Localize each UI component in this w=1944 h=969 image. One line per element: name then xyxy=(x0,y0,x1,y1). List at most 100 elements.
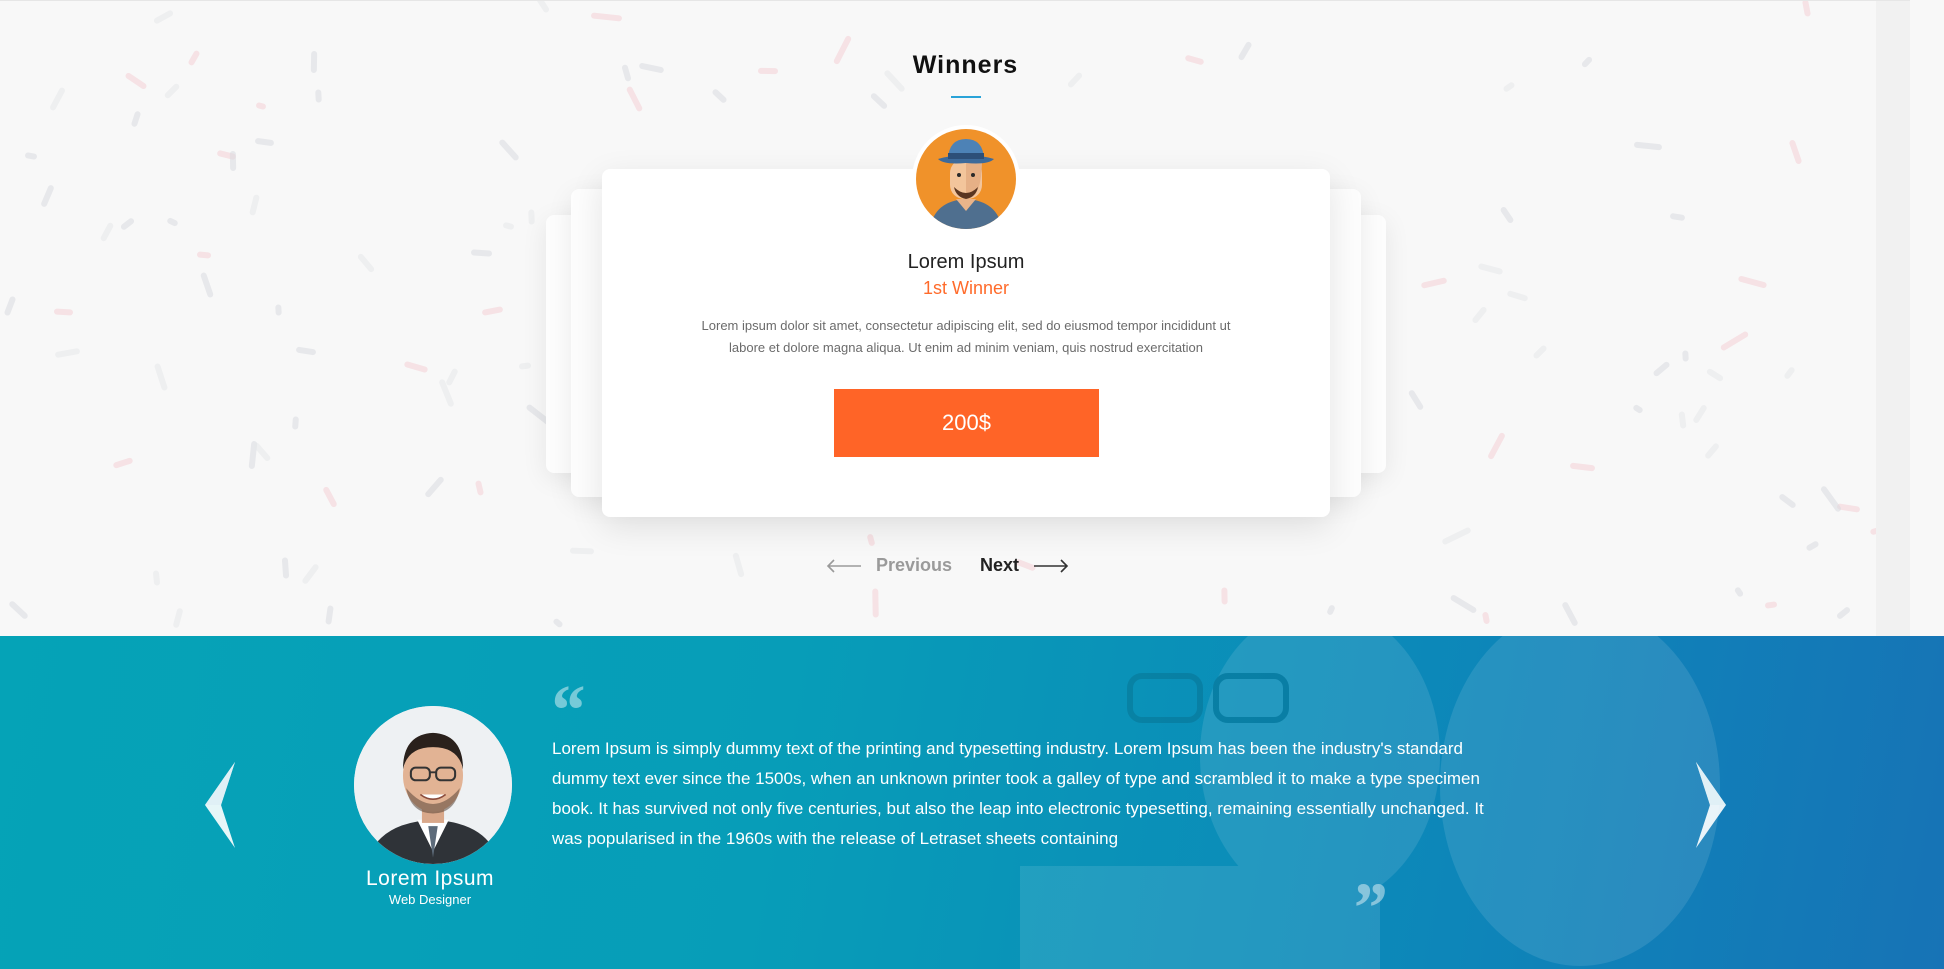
confetti-piece xyxy=(474,480,485,496)
confetti-piece xyxy=(445,367,459,387)
confetti-piece xyxy=(518,362,532,370)
confetti-piece xyxy=(152,570,161,586)
confetti-piece xyxy=(153,362,169,392)
confetti-piece xyxy=(255,101,267,111)
confetti-piece xyxy=(112,457,134,469)
confetti-piece xyxy=(552,617,564,629)
confetti-piece xyxy=(1719,330,1750,352)
confetti-piece xyxy=(528,209,535,225)
confetti-piece xyxy=(1669,212,1686,222)
prize-button[interactable]: 200$ xyxy=(834,389,1099,457)
hat-man-avatar-icon xyxy=(916,129,1016,229)
confetti-piece xyxy=(403,360,429,374)
testimonial-role: Web Designer xyxy=(388,892,472,907)
confetti-piece xyxy=(711,88,728,104)
confetti-piece xyxy=(119,217,136,231)
confetti-piece xyxy=(1737,275,1768,289)
confetti-piece xyxy=(625,85,644,113)
confetti-piece xyxy=(1633,141,1663,151)
arrow-left-icon xyxy=(826,558,861,573)
confetti-piece xyxy=(1733,586,1745,598)
confetti-piece xyxy=(229,150,237,172)
confetti-piece xyxy=(196,251,212,259)
confetti-piece xyxy=(1682,350,1689,362)
confetti-piece xyxy=(1703,442,1721,460)
arrow-right-icon xyxy=(1034,558,1069,573)
next-button[interactable]: Next xyxy=(980,555,1069,576)
confetti-piece xyxy=(470,249,493,257)
confetti-piece xyxy=(1499,205,1515,225)
confetti-piece xyxy=(166,216,179,228)
confetti-piece xyxy=(590,12,623,22)
confetti-piece xyxy=(325,605,334,625)
chevron-right-icon[interactable] xyxy=(1694,760,1728,850)
confetti-piece xyxy=(424,475,445,499)
winners-section: Winners Lorem Ipsum 1st Winner Lorem ips… xyxy=(0,0,1910,636)
confetti-piece xyxy=(322,485,338,509)
confetti-piece xyxy=(199,271,215,299)
confetti-piece xyxy=(1783,366,1796,380)
next-label: Next xyxy=(980,555,1020,575)
confetti-piece xyxy=(356,252,376,274)
testimonial-photo xyxy=(354,706,512,864)
confetti-piece xyxy=(54,347,81,359)
confetti-piece xyxy=(732,552,745,578)
confetti-piece xyxy=(1805,540,1820,552)
confetti-piece xyxy=(1506,290,1529,302)
confetti-piece xyxy=(1481,611,1491,625)
confetti-piece xyxy=(315,89,322,103)
confetti-piece xyxy=(869,91,889,111)
confetti-piece xyxy=(502,221,515,231)
confetti-piece xyxy=(1652,360,1671,378)
winner-avatar xyxy=(912,125,1020,233)
confetti-piece xyxy=(1407,389,1425,411)
page-scrollbar[interactable] xyxy=(1876,1,1910,636)
confetti-piece xyxy=(53,308,74,316)
confetti-piece xyxy=(152,9,175,25)
previous-button[interactable]: Previous xyxy=(826,555,952,576)
confetti-piece xyxy=(1692,403,1708,425)
winner-rank: 1st Winner xyxy=(922,278,1010,298)
section-title: Winners xyxy=(912,51,1019,79)
confetti-piece xyxy=(1532,344,1548,360)
confetti-piece xyxy=(1441,526,1472,546)
confetti-piece xyxy=(1632,403,1644,415)
confetti-piece xyxy=(1487,431,1506,461)
confetti-piece xyxy=(281,557,290,579)
testimonial-section: Lorem Ipsum Web Designer “ Lorem Ipsum i… xyxy=(0,636,1944,969)
confetti-piece xyxy=(99,221,115,243)
confetti-piece xyxy=(1221,587,1228,605)
confetti-piece xyxy=(292,416,299,430)
confetti-piece xyxy=(1788,139,1803,165)
winner-description: Lorem ipsum dolor sit amet, consectetur … xyxy=(701,318,1231,355)
confetti-piece xyxy=(1819,485,1843,513)
chevron-left-icon[interactable] xyxy=(203,760,237,850)
close-quote-icon: ” xyxy=(1350,868,1386,948)
confetti-piece xyxy=(3,295,17,317)
confetti-piece xyxy=(1678,411,1687,429)
confetti-piece xyxy=(1471,305,1488,325)
confetti-piece xyxy=(1561,601,1579,627)
confetti-piece xyxy=(1449,593,1478,615)
confetti-piece xyxy=(249,194,260,216)
confetti-piece xyxy=(872,588,879,618)
winner-name: Lorem Ipsum xyxy=(907,251,1025,273)
confetti-piece xyxy=(1778,492,1797,510)
confetti-piece xyxy=(295,346,317,356)
confetti-piece xyxy=(130,110,142,128)
confetti-piece xyxy=(498,138,520,162)
confetti-piece xyxy=(163,82,181,100)
confetti-piece xyxy=(1569,462,1596,472)
confetti-piece xyxy=(275,304,282,316)
confetti-piece xyxy=(1477,262,1504,276)
confetti-piece xyxy=(48,86,67,112)
confetti-piece xyxy=(1801,1,1812,17)
confetti-piece xyxy=(1326,604,1336,616)
confetti-piece xyxy=(866,533,876,547)
confetti-piece xyxy=(1420,277,1448,289)
title-underline xyxy=(951,96,981,98)
confetti-piece xyxy=(24,152,38,160)
person-portrait-icon xyxy=(354,706,512,864)
confetti-piece xyxy=(1835,605,1852,621)
confetti-piece xyxy=(40,184,55,208)
